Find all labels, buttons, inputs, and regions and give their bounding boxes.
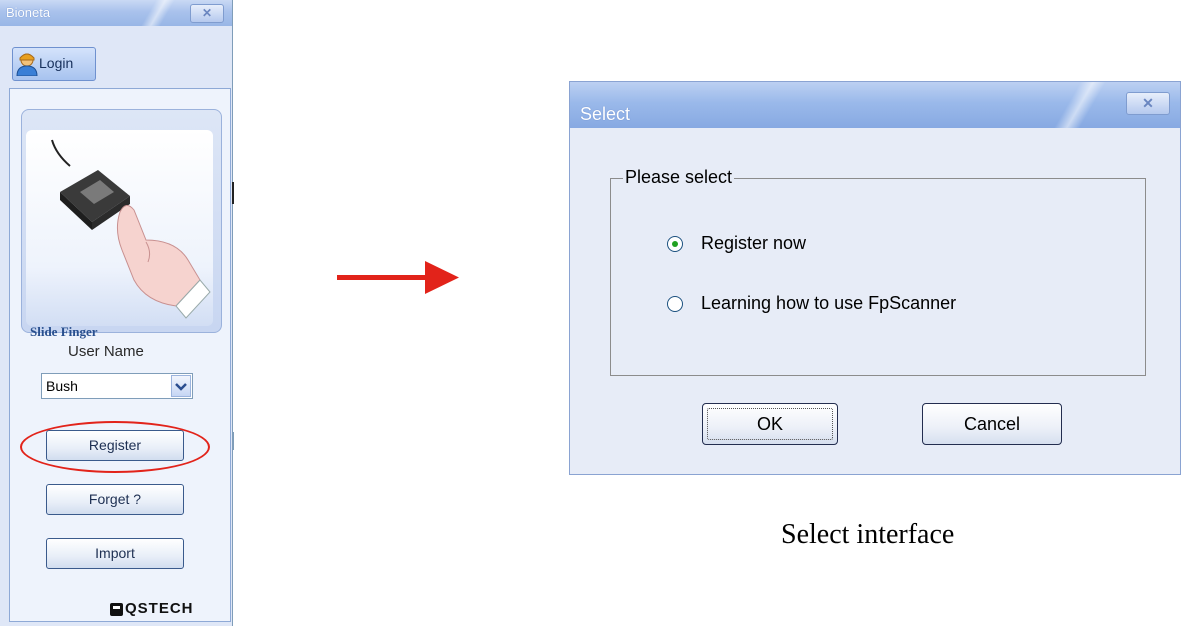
tab-login[interactable]: Login xyxy=(12,47,96,81)
dialog-title: Select xyxy=(580,104,631,124)
brand-name: QSTECH xyxy=(125,600,194,617)
forget-button[interactable]: Forget ? xyxy=(46,484,184,515)
import-button[interactable]: Import xyxy=(46,538,184,569)
dialog-title-bar[interactable]: Select ✕ xyxy=(570,82,1180,128)
group-legend: Please select xyxy=(623,167,735,188)
select-dialog: Select ✕ Please select Register now Lear… xyxy=(569,81,1181,475)
arrow-right-icon xyxy=(337,261,459,294)
fingerprint-scanner-icon xyxy=(51,139,211,319)
fingerprint-area: Slide Finger xyxy=(21,109,222,339)
window-edge-mark xyxy=(232,182,234,204)
radio-button[interactable] xyxy=(667,296,683,312)
chevron-down-icon xyxy=(175,383,187,391)
ok-button[interactable]: OK xyxy=(702,403,838,445)
brand-logo-icon xyxy=(110,603,123,616)
bioneta-window: Bioneta ✕ Login Slide Finger User Name B… xyxy=(0,0,233,626)
title-bar[interactable]: Bioneta ✕ xyxy=(0,0,232,26)
dropdown-button[interactable] xyxy=(171,375,191,397)
fingerprint-illustration-bg xyxy=(26,130,213,326)
tab-login-label: Login xyxy=(39,55,74,71)
login-panel: Slide Finger User Name Bush Register For… xyxy=(9,88,231,622)
dialog-close-button[interactable]: ✕ xyxy=(1126,92,1170,115)
user-name-label: User Name xyxy=(68,343,144,360)
radio-button[interactable] xyxy=(667,236,683,252)
cancel-button[interactable]: Cancel xyxy=(922,403,1062,445)
user-icon xyxy=(16,53,38,76)
dialog-titlebar-wave xyxy=(1030,82,1130,128)
user-name-select[interactable]: Bush xyxy=(41,373,193,399)
slide-finger-label: Slide Finger xyxy=(30,324,98,339)
close-button[interactable]: ✕ xyxy=(190,4,224,23)
window-edge-mark xyxy=(232,432,234,450)
user-name-value: Bush xyxy=(46,378,78,394)
please-select-group: Please select Register now Learning how … xyxy=(610,167,1146,376)
option-label: Learning how to use FpScanner xyxy=(701,293,957,313)
figure-caption: Select interface xyxy=(781,519,955,550)
register-highlight-ring xyxy=(20,421,210,473)
window-title: Bioneta xyxy=(6,5,51,20)
titlebar-wave xyxy=(118,0,198,26)
option-label: Register now xyxy=(701,233,807,253)
